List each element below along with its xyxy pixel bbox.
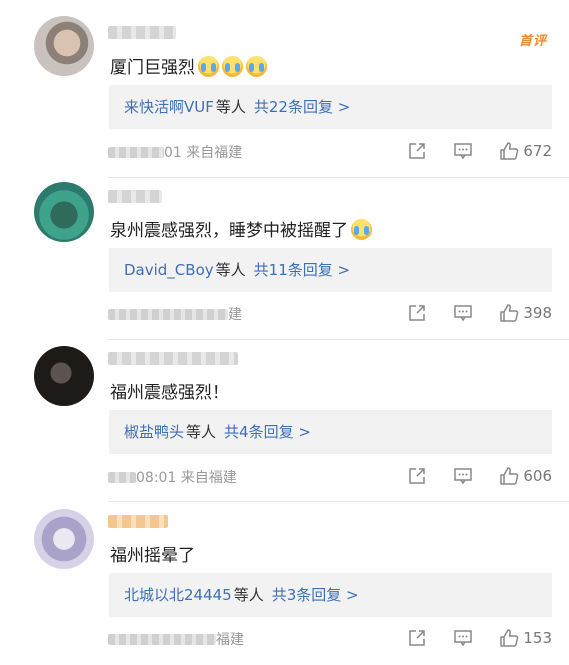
comment-meta: 建	[108, 304, 242, 324]
username[interactable]	[108, 515, 168, 528]
comment-text-content: 福州摇晕了	[110, 546, 195, 566]
like-icon[interactable]	[499, 303, 519, 323]
timestamp-location: 福建	[216, 632, 244, 648]
comment-icon[interactable]	[453, 628, 473, 648]
share-icon[interactable]	[407, 141, 427, 161]
timestamp-blurred	[108, 634, 216, 645]
like-count: 398	[523, 304, 552, 322]
crying-emoji-icon	[222, 56, 243, 77]
comment-text-content: 福州震感强烈！	[110, 383, 229, 403]
reply-count-link[interactable]: 共11条回复 >	[254, 261, 350, 279]
timestamp-location: 建	[228, 307, 242, 323]
comment-icon[interactable]	[453, 466, 473, 486]
comment-text: 泉州震感强烈，睡梦中被摇醒了	[110, 216, 372, 241]
like-count: 153	[523, 629, 552, 647]
comment-text: 厦门巨强烈	[110, 53, 267, 78]
username[interactable]	[108, 26, 176, 39]
comment-actions: 153	[381, 627, 552, 649]
like-icon[interactable]	[499, 466, 519, 486]
comment-meta: 01 来自福建	[108, 142, 242, 162]
comment-actions: 672	[381, 140, 552, 162]
divider	[108, 501, 569, 502]
comment-text: 福州摇晕了	[110, 541, 195, 566]
reply-user-link[interactable]: 椒盐鸭头	[124, 423, 184, 441]
timestamp-blurred	[108, 472, 136, 483]
comment-icon[interactable]	[453, 141, 473, 161]
divider	[108, 339, 569, 340]
timestamp-location: 08:01 来自福建	[136, 470, 237, 486]
reply-user-link[interactable]: David_CBoy	[124, 261, 214, 279]
timestamp-location: 01 来自福建	[164, 145, 243, 161]
reply-etc-label: 等人	[215, 98, 246, 116]
reply-user-link[interactable]: 北城以北24445	[124, 586, 232, 604]
share-icon[interactable]	[407, 303, 427, 323]
comment-icon[interactable]	[453, 303, 473, 323]
avatar[interactable]	[34, 346, 94, 406]
reply-count-link[interactable]: 共4条回复 >	[224, 423, 311, 441]
reply-etc-label: 等人	[233, 586, 264, 604]
comment-actions: 398	[381, 302, 552, 324]
reply-count-link[interactable]: 共22条回复 >	[254, 98, 350, 116]
divider	[108, 177, 569, 178]
reply-etc-label: 等人	[215, 261, 246, 279]
comment-meta: 08:01 来自福建	[108, 467, 237, 487]
username[interactable]	[108, 352, 238, 365]
like-icon[interactable]	[499, 628, 519, 648]
crying-emoji-icon	[246, 56, 267, 77]
avatar[interactable]	[34, 16, 94, 76]
first-comment-badge: 首评	[518, 34, 547, 49]
comment-text-content: 泉州震感强烈，睡梦中被摇醒了	[110, 221, 348, 241]
reply-etc-label: 等人	[186, 423, 217, 441]
timestamp-blurred	[108, 309, 228, 320]
share-icon[interactable]	[407, 466, 427, 486]
comment-text-content: 厦门巨强烈	[110, 58, 195, 78]
comment-actions: 606	[381, 465, 552, 487]
reply-summary[interactable]: David_CBoy 等人 共11条回复 >	[109, 248, 552, 292]
like-count: 606	[523, 467, 552, 485]
comment-text: 福州震感强烈！	[110, 378, 229, 403]
reply-count-link[interactable]: 共3条回复 >	[272, 586, 359, 604]
timestamp-blurred	[108, 147, 164, 158]
share-icon[interactable]	[407, 628, 427, 648]
avatar[interactable]	[34, 509, 94, 569]
like-count: 672	[523, 142, 552, 160]
reply-summary[interactable]: 北城以北24445 等人 共3条回复 >	[109, 573, 552, 617]
crying-emoji-icon	[198, 56, 219, 77]
like-icon[interactable]	[499, 141, 519, 161]
reply-summary[interactable]: 椒盐鸭头 等人 共4条回复 >	[109, 410, 552, 454]
reply-summary[interactable]: 来快活啊VUF 等人 共22条回复 >	[109, 85, 552, 129]
username[interactable]	[108, 190, 162, 203]
avatar[interactable]	[34, 182, 94, 242]
crying-laughing-emoji-icon	[351, 219, 372, 240]
reply-user-link[interactable]: 来快活啊VUF	[124, 98, 214, 116]
comment-meta: 福建	[108, 629, 244, 649]
